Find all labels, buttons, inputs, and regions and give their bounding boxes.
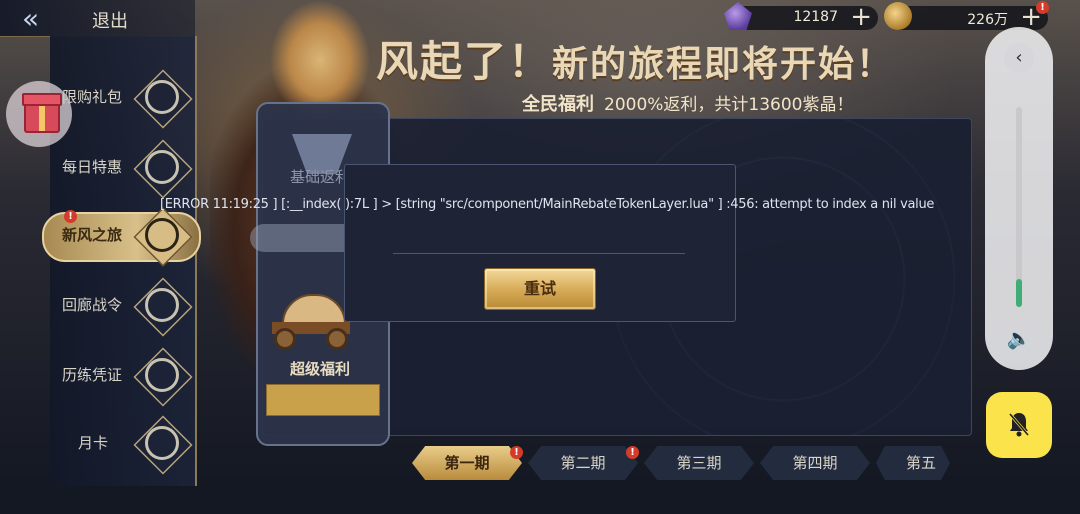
purple-crystal-icon xyxy=(724,2,752,30)
gift-icon xyxy=(145,80,179,114)
period-tab-3[interactable]: 第三期 xyxy=(644,446,754,480)
period-tab-4[interactable]: 第四期 xyxy=(760,446,870,480)
chest-icon xyxy=(145,150,179,184)
period-tab-1[interactable]: 第一期 xyxy=(412,446,522,480)
sidebar-item-limited-pack[interactable]: 限购礼包 xyxy=(50,66,195,129)
retry-button[interactable]: 重试 xyxy=(484,268,596,310)
gift-box-icon xyxy=(22,93,62,133)
retry-label: 重试 xyxy=(523,279,556,298)
top-bar: « 退出 12187 + 226万 + ! xyxy=(0,0,1080,37)
speaker-icon[interactable]: 🔈 xyxy=(1006,325,1032,351)
back-arrow-icon: « xyxy=(22,2,40,35)
dialog-divider xyxy=(393,253,685,254)
period-tab-5[interactable]: 第五期 xyxy=(876,446,950,480)
banner-subtitle-bold: 全民福利 xyxy=(522,94,594,115)
moon-card-icon xyxy=(145,426,179,460)
alert-badge: ! xyxy=(1036,1,1049,14)
period-tab-label: 第三期 xyxy=(676,454,722,472)
banner-title: 风起了！新的旅程即将开始！ xyxy=(376,28,894,89)
crystal-currency: 12187 + xyxy=(724,2,878,31)
sidebar-menu: 限购礼包 每日特惠 新风之旅 ! 回廊战令 历练凭证 月卡 xyxy=(42,36,201,486)
error-message: [ERROR 11:19:25 ] [:__index( ):7L ] > [s… xyxy=(160,197,935,212)
super-welfare-button[interactable] xyxy=(266,384,380,416)
wheel-icon xyxy=(145,288,179,322)
period-tab-label: 第四期 xyxy=(792,454,838,472)
sidebar-item-corridor-pass[interactable]: 回廊战令 xyxy=(50,274,195,337)
floating-gift-button[interactable] xyxy=(6,81,72,147)
sidebar-item-label: 每日特惠 xyxy=(62,158,123,176)
banner-title-main: 风起了！ xyxy=(376,37,553,86)
banner-subtitle: 全民福利 2000%返利，共计13600紫晶！ xyxy=(522,90,854,116)
bell-off-icon xyxy=(1008,413,1030,437)
sidebar-item-label: 新风之旅 xyxy=(62,226,123,244)
floating-volume-panel: ‹ 🔈 xyxy=(985,27,1053,370)
voucher-icon xyxy=(145,358,179,392)
wagon-wheel xyxy=(274,328,296,350)
back-label: 退出 xyxy=(92,11,128,32)
crystal-amount: 12187 xyxy=(793,9,838,25)
mute-notification-button[interactable] xyxy=(986,392,1052,458)
sidebar-item-label: 历练凭证 xyxy=(62,366,123,384)
banner-title-sub: 新的旅程即将开始！ xyxy=(552,44,895,85)
banner-subtitle-detail: 2000%返利，共计13600紫晶！ xyxy=(604,95,854,115)
sidebar-item-label: 月卡 xyxy=(78,434,109,452)
alert-badge: ! xyxy=(510,446,523,459)
chevron-left-icon: ‹ xyxy=(1015,47,1023,68)
sidebar-item-label: 限购礼包 xyxy=(62,88,123,106)
sidebar-item-training-voucher[interactable]: 历练凭证 xyxy=(50,344,195,407)
sidebar-item-monthly-card[interactable]: 月卡 xyxy=(50,412,195,475)
alert-badge: ! xyxy=(626,446,639,459)
volume-fill xyxy=(1016,279,1022,307)
period-tab-label: 第二期 xyxy=(560,454,606,472)
sidebar-item-new-journey[interactable]: 新风之旅 ! xyxy=(42,204,202,267)
alert-badge: ! xyxy=(64,210,77,223)
journey-icon xyxy=(145,218,179,252)
wagon-icon xyxy=(268,294,354,350)
sidebar-item-daily-deal[interactable]: 每日特惠 xyxy=(50,136,195,199)
tab-super-welfare[interactable]: 超级福利 xyxy=(290,358,350,379)
tab-basic-rebate[interactable]: 基础返利 xyxy=(290,166,350,187)
back-button[interactable]: « 退出 xyxy=(0,0,195,37)
wagon-wheel xyxy=(326,328,348,350)
add-crystal-button[interactable]: + xyxy=(850,3,872,31)
volume-slider[interactable] xyxy=(1016,107,1022,307)
gold-amount: 226万 xyxy=(967,12,1008,28)
period-tab-2[interactable]: 第二期 xyxy=(528,446,638,480)
collapse-button[interactable]: ‹ xyxy=(1004,43,1034,73)
gold-coin-icon xyxy=(884,2,912,30)
sidebar-item-label: 回廊战令 xyxy=(62,296,123,314)
period-tab-label: 第一期 xyxy=(444,454,490,472)
